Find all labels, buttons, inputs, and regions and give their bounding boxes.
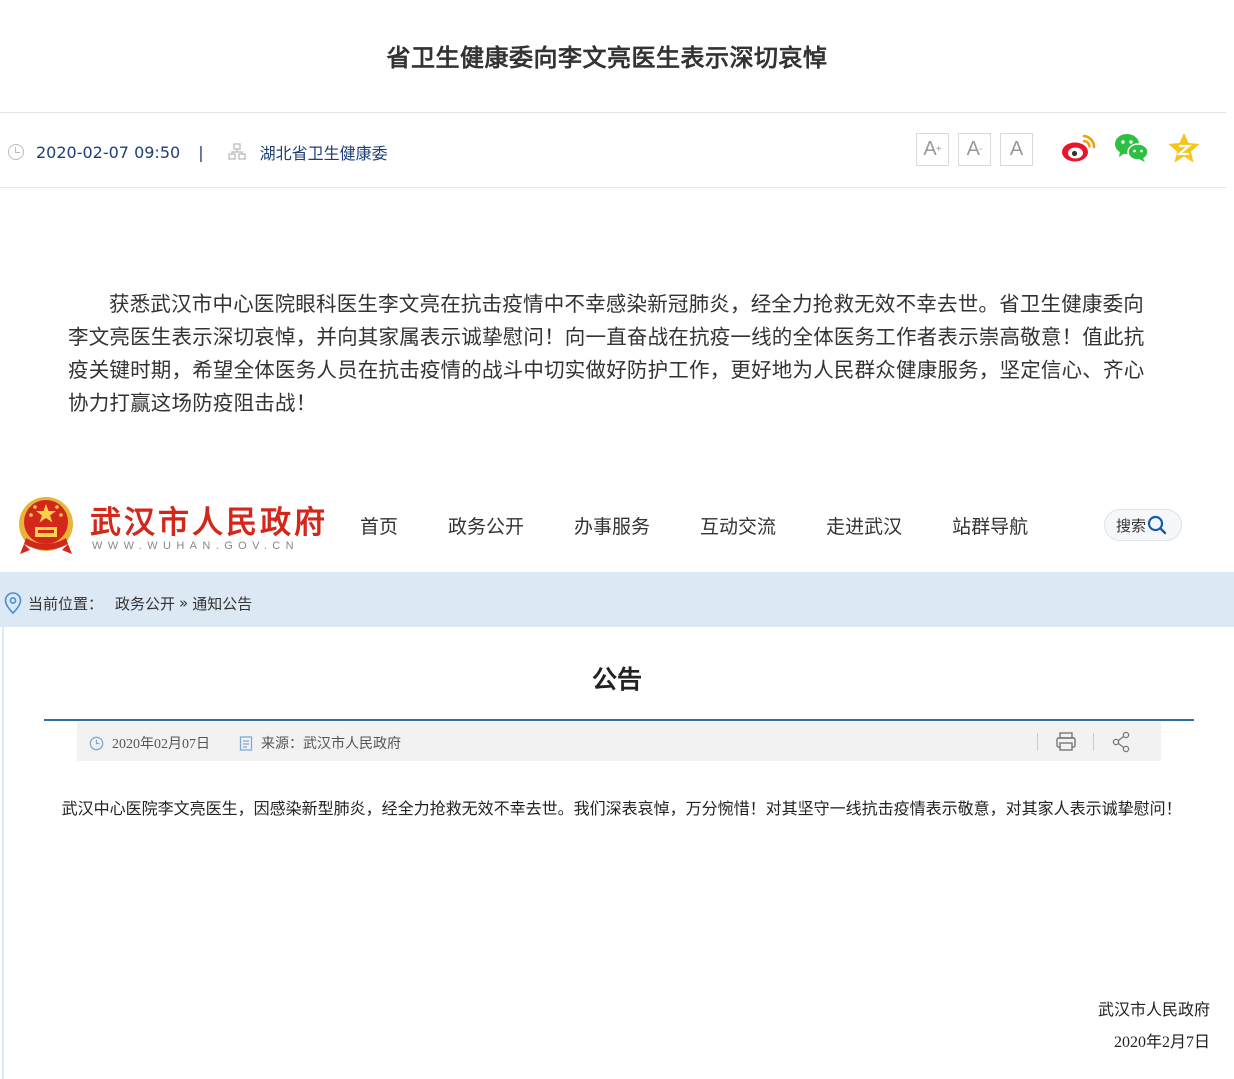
- wechat-icon[interactable]: [1114, 131, 1150, 165]
- breadcrumb-separator: »: [179, 594, 189, 612]
- meta-separator: |: [198, 142, 204, 162]
- nav-home[interactable]: 首页: [360, 512, 398, 539]
- national-emblem-icon: [19, 497, 73, 554]
- site-name[interactable]: 武汉市人民政府: [90, 497, 328, 542]
- nav-site-group[interactable]: 站群导航: [952, 512, 1028, 539]
- breadcrumb-item-notices[interactable]: 通知公告: [192, 593, 252, 614]
- breadcrumb-item-gov-affairs[interactable]: 政务公开: [115, 593, 175, 614]
- notice-title: 公告: [591, 665, 642, 694]
- nav-gov-affairs[interactable]: 政务公开: [448, 512, 524, 539]
- article-source[interactable]: 湖北省卫生健康委: [260, 140, 388, 164]
- article-meta-bar: 2020-02-07 09:50 | 湖北省卫生健康委 A + A- A: [0, 112, 1226, 188]
- site-url: WWW.WUHAN.GOV.CN: [92, 540, 299, 552]
- weibo-icon[interactable]: [1060, 131, 1098, 165]
- clock-icon: [8, 144, 24, 160]
- signature-date: 2020年2月7日: [1113, 1034, 1210, 1051]
- clock-icon: [89, 736, 104, 750]
- article-title: 省卫生健康委向李文亮医生表示深切哀悼: [386, 44, 828, 72]
- signature-org: 武汉市人民政府: [1097, 1002, 1210, 1019]
- notice-date: 2020年02月07日: [89, 733, 210, 753]
- share-icons: [1060, 131, 1202, 165]
- toolbar-divider: [1037, 733, 1038, 751]
- font-increase-button[interactable]: A +: [916, 133, 949, 166]
- font-default-button[interactable]: A: [1000, 133, 1033, 166]
- share-icon[interactable]: [1111, 731, 1131, 753]
- article-body: 获悉武汉市中心医院眼科医生李文亮在抗击疫情中不幸感染新冠肺炎，经全力抢救无效不幸…: [68, 292, 1145, 415]
- document-icon: [239, 735, 253, 751]
- breadcrumb: 当前位置： 政务公开 » 通知公告: [0, 572, 1234, 627]
- notice-source: 来源：武汉市人民政府: [239, 733, 401, 753]
- organization-icon: [227, 143, 246, 160]
- font-size-controls: A + A- A: [916, 133, 1033, 166]
- search-label: 搜索: [1116, 516, 1147, 535]
- site-header: 武汉市人民政府 WWW.WUHAN.GOV.CN 首页 政务公开 办事服务 互动…: [0, 488, 1234, 572]
- publish-datetime: 2020-02-07 09:50: [36, 142, 181, 162]
- notice-info-bar: 2020年02月07日 来源：武汉市人民政府: [77, 722, 1161, 761]
- qzone-star-icon[interactable]: [1166, 131, 1202, 165]
- location-pin-icon: [4, 592, 22, 614]
- breadcrumb-label: 当前位置：: [28, 594, 104, 613]
- article-meta: 2020-02-07 09:50 | 湖北省卫生健康委: [8, 140, 388, 164]
- print-icon[interactable]: [1055, 731, 1077, 753]
- nav-services[interactable]: 办事服务: [574, 512, 650, 539]
- font-decrease-button[interactable]: A-: [958, 133, 991, 166]
- toolbar-divider: [1093, 733, 1094, 751]
- main-nav: 首页 政务公开 办事服务 互动交流 走进武汉 站群导航: [360, 512, 1078, 539]
- nav-about-wuhan[interactable]: 走进武汉: [826, 512, 902, 539]
- title-divider: [44, 719, 1194, 721]
- search-button[interactable]: 搜索: [1104, 509, 1182, 541]
- nav-interaction[interactable]: 互动交流: [700, 512, 776, 539]
- notice-body: 武汉中心医院李文亮医生，因感染新型肺炎，经全力抢救无效不幸去世。我们深表哀悼，万…: [61, 801, 1182, 818]
- search-icon: [1147, 515, 1167, 535]
